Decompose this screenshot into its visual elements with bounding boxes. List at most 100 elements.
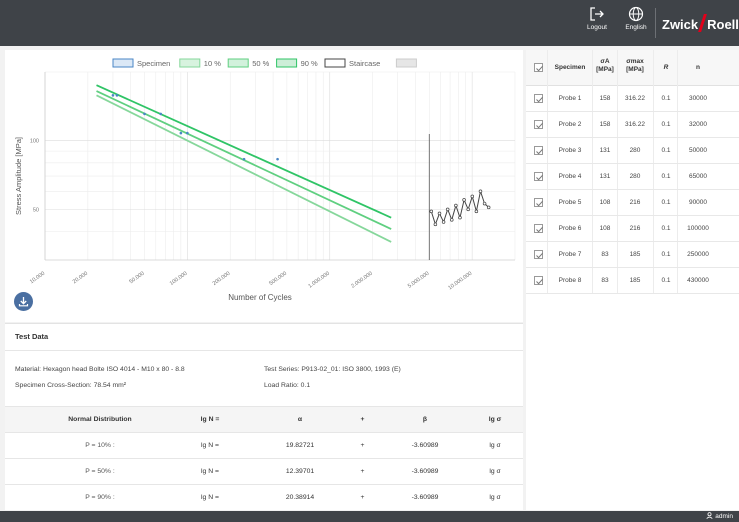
test-data-panel: Test Data Material: Hexagon head Bolte I… <box>5 323 523 510</box>
nd-cell: 20.38914 <box>285 494 315 501</box>
staircase-point <box>437 211 442 216</box>
specimen-point <box>159 112 163 116</box>
nd-row: P = 50% : lg N = 12.39701 + -3.60989 lg … <box>5 458 523 484</box>
header-sigma-max-unit: [MPa] <box>626 66 644 73</box>
row-checkbox[interactable] <box>534 224 543 233</box>
download-button[interactable] <box>14 292 33 311</box>
row-checkbox[interactable] <box>534 94 543 103</box>
header-sigma-max[interactable]: σmax [MPa] <box>618 58 652 74</box>
nd-cell: lg σ <box>489 468 501 475</box>
cell-sigma-a: 83 <box>601 251 609 258</box>
specimen-row[interactable]: Probe 8 83 185 0.1 430000 <box>526 268 739 294</box>
user-icon <box>706 512 714 519</box>
staircase-point <box>450 218 454 222</box>
legend-label: Staircase <box>349 59 380 68</box>
x-tick-label: 2.000.000 <box>350 271 373 290</box>
row-checkbox[interactable] <box>534 250 543 259</box>
staircase-point <box>454 203 458 208</box>
specimen-row[interactable]: Probe 1 158 316.22 0.1 30000 <box>526 86 739 112</box>
specimen-row[interactable]: Probe 2 158 316.22 0.1 32000 <box>526 112 739 138</box>
sn-chart-panel: 10.000 20.000 50.000 100.000 200.000 500.000 1… <box>5 50 523 322</box>
status-bar: admin <box>0 511 739 522</box>
load-ratio-info: Load Ratio: 0.1 <box>264 382 311 389</box>
check-icon <box>536 65 543 72</box>
y-axis-title: Stress Amplitude [MPa] <box>14 137 23 215</box>
legend-label: Specimen <box>137 59 170 68</box>
specimen-row[interactable]: Probe 7 83 185 0.1 250000 <box>526 242 739 268</box>
x-tick-label: 100.000 <box>169 271 189 287</box>
probability-line <box>96 94 392 243</box>
cell-sigma-a: 83 <box>601 277 609 284</box>
staircase-point <box>474 209 479 214</box>
cell-n: 65000 <box>688 173 708 180</box>
language-button[interactable]: English <box>616 6 656 42</box>
check-icon <box>536 96 543 103</box>
nd-cell: P = 90% : <box>85 494 115 501</box>
specimen-point <box>115 94 119 97</box>
cell-specimen: Probe 3 <box>558 147 582 154</box>
row-checkbox[interactable] <box>534 120 543 129</box>
header-r[interactable]: R <box>656 64 676 72</box>
legend-swatch <box>227 58 249 68</box>
specimen-row[interactable]: Probe 3 131 280 0.1 50000 <box>526 138 739 164</box>
logo-left: Zwick <box>662 17 699 32</box>
cell-sigma-max: 216 <box>629 199 641 206</box>
nd-cell: -3.60989 <box>411 494 439 501</box>
x-tick-label: 10.000.000 <box>447 271 473 292</box>
row-checkbox[interactable] <box>534 198 543 207</box>
row-checkbox[interactable] <box>534 172 543 181</box>
cell-sigma-a: 131 <box>599 173 611 180</box>
cell-specimen: Probe 4 <box>558 173 582 180</box>
specimen-row[interactable]: Probe 5 108 216 0.1 90000 <box>526 190 739 216</box>
cell-sigma-max: 185 <box>629 277 641 284</box>
nd-cell: lg σ <box>489 442 501 449</box>
nd-header: + <box>360 416 365 423</box>
staircase-point <box>462 198 466 202</box>
nd-header-row: Normal Distribution lg N = α + β lg σ <box>5 406 523 432</box>
legend-label: 50 % <box>252 59 269 68</box>
select-all-checkbox[interactable] <box>534 63 543 72</box>
specimen-row[interactable]: Probe 4 131 280 0.1 65000 <box>526 164 739 190</box>
row-checkbox[interactable] <box>534 276 543 285</box>
logout-button[interactable]: Logout <box>577 6 617 42</box>
zwick-roell-logo: Zwick Roell <box>662 14 739 34</box>
header-sigma-max-label: σmax <box>626 58 644 65</box>
specimen-point <box>186 131 189 135</box>
nd-cell: -3.60989 <box>411 442 439 449</box>
test-data-title: Test Data <box>15 332 49 341</box>
nd-header: β <box>422 416 428 423</box>
nd-cell: + <box>360 494 365 501</box>
cell-sigma-max: 316.22 <box>625 95 645 102</box>
specimen-point <box>276 157 279 161</box>
cell-r: 0.1 <box>661 95 671 102</box>
header-n[interactable]: n <box>678 64 718 72</box>
specimen-point <box>111 94 115 97</box>
cell-sigma-max: 280 <box>629 147 641 154</box>
nd-cell: lg σ <box>489 494 501 501</box>
legend-swatch <box>276 58 298 68</box>
cell-n: 30000 <box>688 95 708 102</box>
x-tick-label: 10.000 <box>29 271 46 286</box>
staircase-point <box>458 215 462 220</box>
staircase-point <box>429 209 434 214</box>
cell-r: 0.1 <box>661 277 671 284</box>
check-icon <box>536 252 543 259</box>
logo-right: Roell <box>707 17 739 32</box>
cell-sigma-a: 158 <box>599 95 611 102</box>
nd-cell: + <box>360 468 365 475</box>
x-tick-label: 5.000.000 <box>407 271 430 290</box>
specimen-row[interactable]: Probe 6 108 216 0.1 100000 <box>526 216 739 242</box>
header-sigma-a[interactable]: σA [MPa] <box>594 58 616 74</box>
header-specimen[interactable]: Specimen <box>550 64 590 72</box>
staircase-point <box>441 220 446 224</box>
user-indicator[interactable]: admin <box>706 512 733 520</box>
specimen-point <box>179 131 183 135</box>
cell-sigma-a: 131 <box>599 147 611 154</box>
nd-cell: 19.82721 <box>285 442 315 449</box>
cell-specimen: Probe 8 <box>558 277 582 284</box>
row-checkbox[interactable] <box>534 146 543 155</box>
specimen-point <box>143 112 146 116</box>
legend-swatch <box>112 58 134 68</box>
user-label: admin <box>715 513 733 520</box>
cell-r: 0.1 <box>661 147 671 154</box>
